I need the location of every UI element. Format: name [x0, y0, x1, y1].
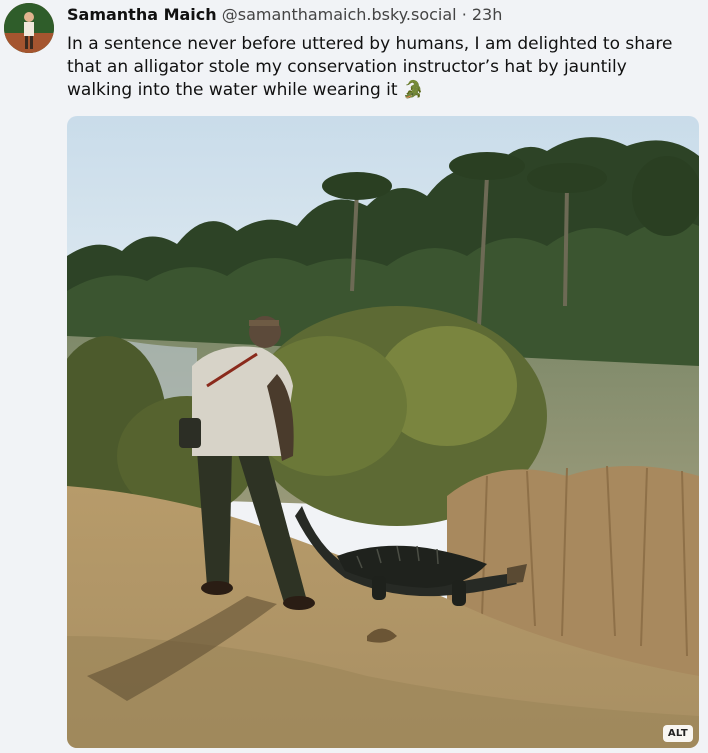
profile-photo-icon — [4, 3, 54, 53]
author-handle[interactable]: @samanthamaich.bsky.social — [222, 5, 457, 24]
post-image[interactable]: ALT — [67, 116, 699, 748]
alt-text-badge[interactable]: ALT — [662, 725, 693, 742]
alligator-photo — [67, 116, 699, 748]
post-header: Samantha Maich @samanthamaich.bsky.socia… — [67, 5, 502, 25]
post-text: In a sentence never before uttered by hu… — [67, 34, 673, 100]
header-separator: · — [461, 5, 467, 24]
author-name[interactable]: Samantha Maich — [67, 5, 217, 24]
post-timestamp[interactable]: 23h — [472, 5, 503, 24]
author-avatar[interactable] — [4, 3, 54, 53]
post-card: Samantha Maich @samanthamaich.bsky.socia… — [0, 0, 708, 753]
